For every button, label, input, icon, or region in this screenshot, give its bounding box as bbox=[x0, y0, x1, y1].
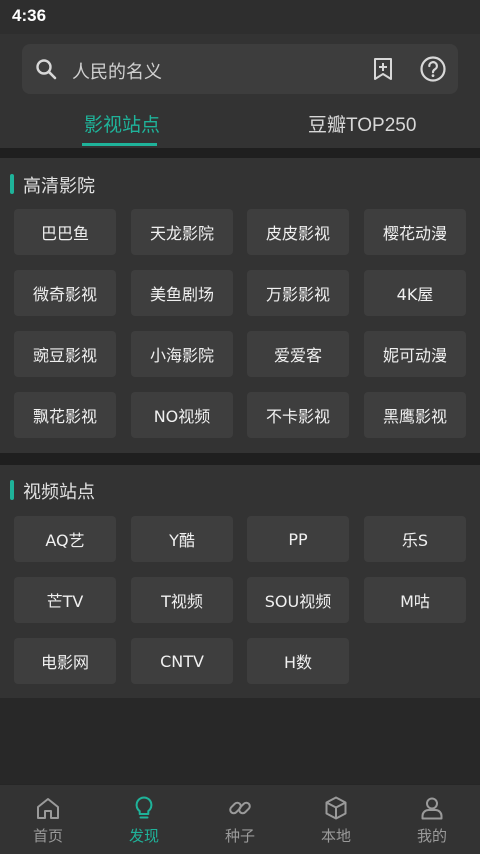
nav-local[interactable]: 本地 bbox=[288, 785, 384, 854]
site-button[interactable]: 豌豆影视 bbox=[14, 331, 116, 377]
status-time: 4:36 bbox=[12, 6, 47, 25]
site-button[interactable]: AQ艺 bbox=[14, 516, 116, 562]
section-accent-bar bbox=[10, 174, 14, 194]
divider bbox=[0, 453, 480, 465]
nav-label: 发现 bbox=[128, 827, 159, 845]
site-button[interactable]: CNTV bbox=[131, 638, 233, 684]
site-button[interactable]: T视频 bbox=[131, 577, 233, 623]
site-button[interactable]: M咕 bbox=[364, 577, 466, 623]
nav-label: 首页 bbox=[32, 827, 63, 845]
section-title: 视频站点 bbox=[23, 482, 95, 503]
site-button[interactable]: 爱爱客 bbox=[247, 331, 349, 377]
site-button[interactable]: 4K屋 bbox=[364, 270, 466, 316]
home-icon bbox=[37, 798, 59, 819]
section-video-sites: 视频站点 AQ艺 Y酷 PP 乐S 芒TV T视频 SOU视频 M咕电影网 CNTV H数 bbox=[0, 465, 480, 698]
bookmark-add-icon[interactable] bbox=[370, 56, 396, 82]
cube-icon bbox=[325, 796, 347, 820]
site-button[interactable]: NO视频 bbox=[131, 392, 233, 438]
nav-label: 种子 bbox=[224, 827, 255, 845]
site-button[interactable]: 樱花动漫 bbox=[364, 209, 466, 255]
search-input[interactable]: 人民的名义 bbox=[72, 58, 162, 84]
site-button[interactable]: 天龙影院 bbox=[131, 209, 233, 255]
nav-discover[interactable]: 发现 bbox=[96, 785, 192, 854]
site-button[interactable]: SOU视频 bbox=[247, 577, 349, 623]
nav-label: 我的 bbox=[416, 827, 447, 845]
search-bar[interactable]: 人民的名义 bbox=[22, 44, 458, 94]
site-button[interactable]: 万影影视 bbox=[247, 270, 349, 316]
status-bar: 4:36 bbox=[0, 0, 480, 34]
person-icon bbox=[421, 797, 443, 820]
site-button[interactable]: 不卡影视 bbox=[247, 392, 349, 438]
top-bar: 人民的名义 影视站点 豆瓣TOP250 bbox=[0, 34, 480, 148]
link-icon bbox=[229, 801, 251, 815]
search-icon bbox=[36, 59, 57, 80]
nav-mine[interactable]: 我的 bbox=[384, 785, 480, 854]
tab-douban-top250[interactable]: 豆瓣TOP250 bbox=[308, 110, 416, 137]
tab-sites[interactable]: 影视站点 bbox=[84, 110, 160, 137]
section-hd-cinemas: 高清影院 巴巴鱼 天龙影院 皮皮影视 樱花动漫微奇影视 美鱼剧场 万影影视 4K屋豌豆影视小… bbox=[0, 158, 480, 453]
site-button[interactable]: 芒TV bbox=[14, 577, 116, 623]
site-button[interactable]: 皮皮影视 bbox=[247, 209, 349, 255]
site-button[interactable]: 黑鹰影视 bbox=[364, 392, 466, 438]
site-button[interactable]: H数 bbox=[247, 638, 349, 684]
site-button[interactable]: 微奇影视 bbox=[14, 270, 116, 316]
divider bbox=[0, 148, 480, 158]
site-button[interactable]: 乐S bbox=[364, 516, 466, 562]
section-accent-bar bbox=[10, 480, 14, 500]
site-button[interactable]: PP bbox=[247, 516, 349, 562]
site-button[interactable]: 飘花影视 bbox=[14, 392, 116, 438]
bottom-nav: 首页 发现 种子 本地 我的 bbox=[0, 784, 480, 854]
nav-home[interactable]: 首页 bbox=[0, 785, 96, 854]
site-button[interactable]: 妮可动漫 bbox=[364, 331, 466, 377]
site-button[interactable]: 巴巴鱼 bbox=[14, 209, 116, 255]
site-button[interactable]: 美鱼剧场 bbox=[131, 270, 233, 316]
lightbulb-icon bbox=[135, 796, 153, 819]
section-title: 高清影院 bbox=[23, 176, 95, 197]
site-button[interactable]: 电影网 bbox=[14, 638, 116, 684]
site-button[interactable]: Y酷 bbox=[131, 516, 233, 562]
nav-seeds[interactable]: 种子 bbox=[192, 785, 288, 854]
nav-label: 本地 bbox=[320, 827, 351, 845]
help-icon[interactable] bbox=[419, 55, 447, 83]
active-tab-indicator bbox=[82, 143, 157, 146]
site-button[interactable]: 小海影院 bbox=[131, 331, 233, 377]
